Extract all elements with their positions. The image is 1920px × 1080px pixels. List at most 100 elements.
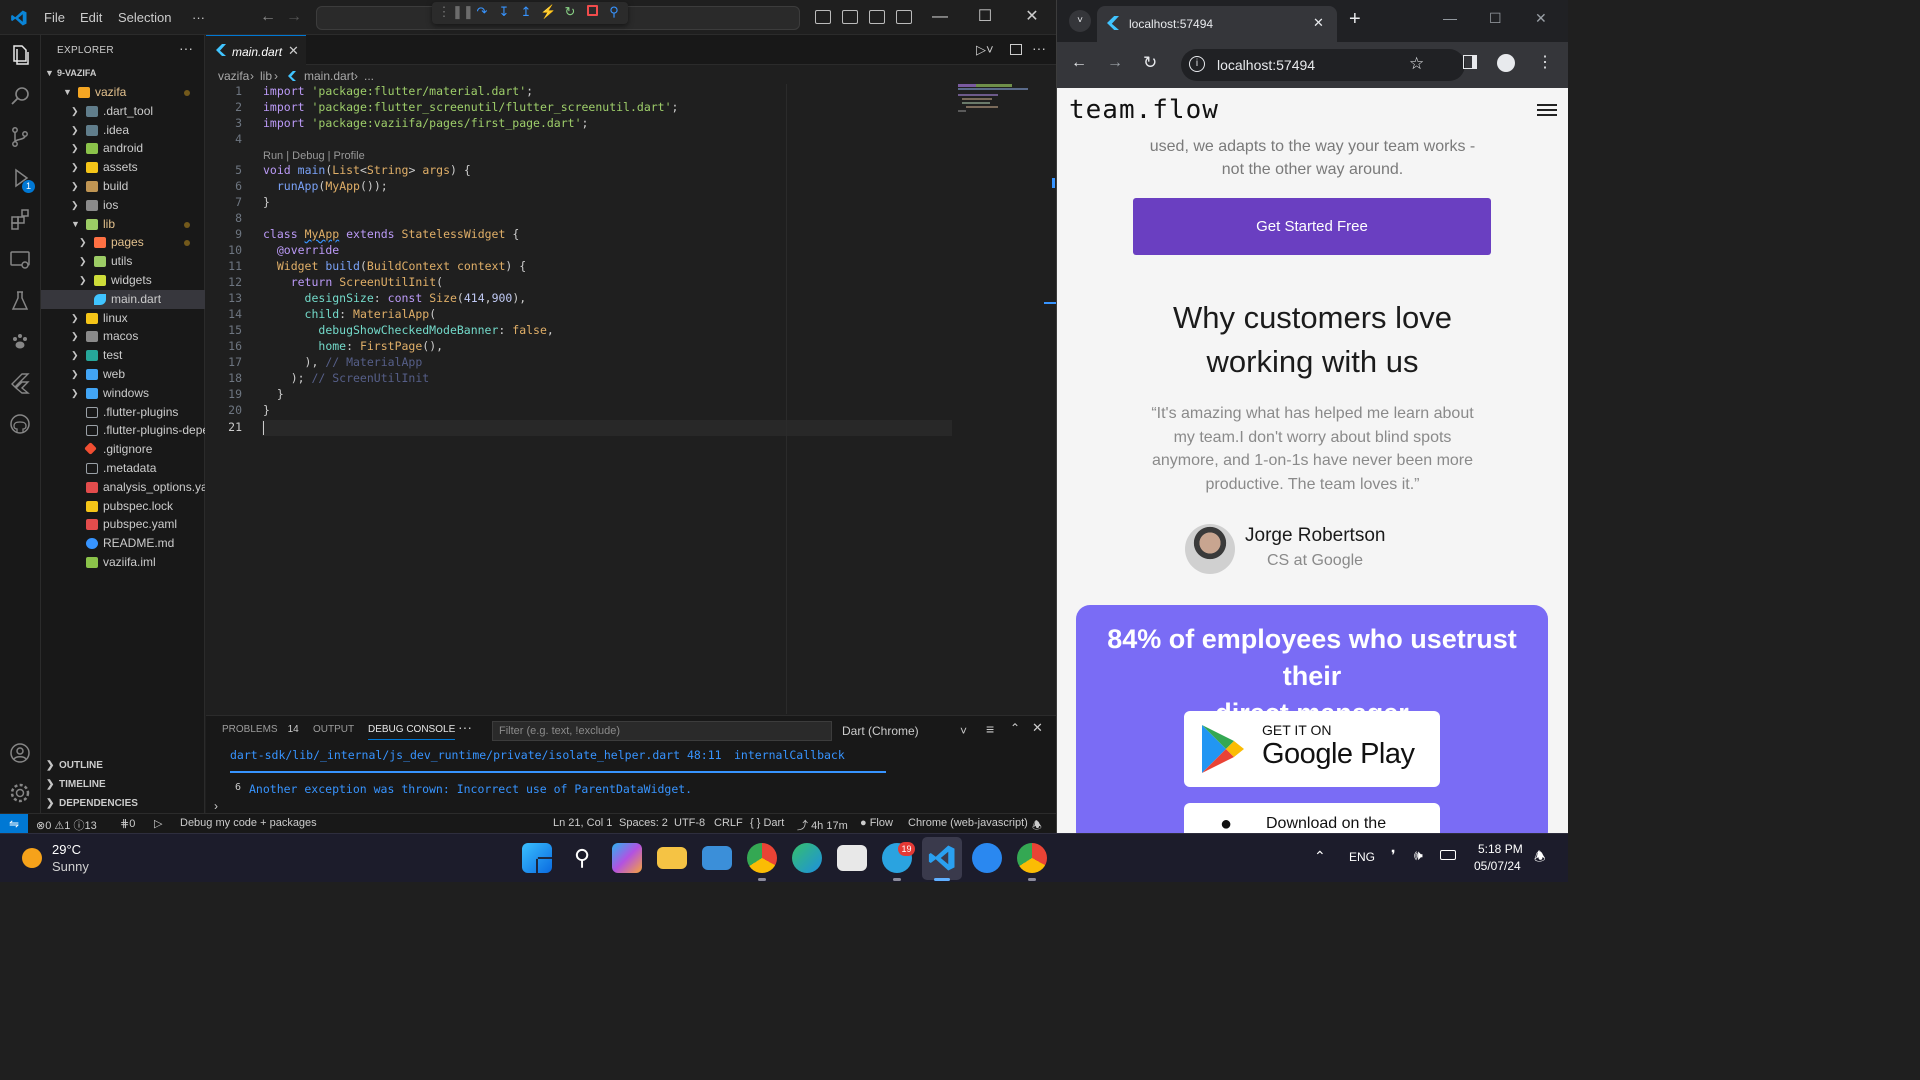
chrome-back-icon[interactable]: ← (1071, 54, 1087, 72)
github-icon[interactable] (8, 412, 32, 436)
tree-item[interactable]: ❯ web (41, 365, 205, 384)
tree-item[interactable]: ❯ assets (41, 158, 205, 177)
extensions-icon[interactable] (8, 207, 32, 231)
language-status[interactable]: { } Dart (750, 817, 784, 829)
widgets-app-icon[interactable] (702, 846, 732, 870)
breadcrumb-item-file[interactable]: main.dart (304, 66, 354, 86)
store-icon[interactable] (837, 845, 867, 871)
chrome-reload-icon[interactable]: ↻ (1143, 53, 1157, 73)
tree-item[interactable]: .gitignore (41, 440, 205, 459)
remote-explorer-icon[interactable] (8, 248, 32, 272)
copilot-icon[interactable] (612, 843, 642, 873)
breadcrumb-item-vazifa[interactable]: vazifa (218, 66, 249, 86)
volume-icon[interactable]: 🕪 (1414, 847, 1423, 864)
testing-icon[interactable] (8, 289, 32, 313)
notification-bell-icon[interactable]: 🕭 (1534, 848, 1546, 870)
clock-date[interactable]: 05/07/24 (1474, 859, 1521, 873)
language-indicator[interactable]: ENG (1349, 850, 1375, 864)
tree-item[interactable]: ❯ linux (41, 309, 205, 328)
chrome-tab-active[interactable]: localhost:57494 ✕ (1097, 6, 1337, 42)
chrome-taskbar-icon[interactable] (747, 843, 777, 873)
chrome-maximize-icon[interactable]: ☐ (1489, 10, 1502, 27)
project-root[interactable]: ▼ 9-VAZIFA (41, 64, 205, 83)
tree-item[interactable]: ❯ .idea (41, 121, 205, 140)
tree-item[interactable]: ❯ .dart_tool (41, 102, 205, 121)
indentation-status[interactable]: Spaces: 2 (619, 817, 668, 829)
account-icon[interactable] (8, 741, 32, 765)
tree-item[interactable]: README.md (41, 534, 205, 553)
step-into-icon[interactable]: ↧ (496, 4, 512, 20)
tree-item[interactable]: ❯ build (41, 177, 205, 196)
console-input-chevron-icon[interactable]: › (214, 799, 218, 813)
toggle-secondary-sidebar-icon[interactable] (869, 10, 885, 24)
tree-item[interactable]: ❯ widgets (41, 271, 205, 290)
menu-selection[interactable]: Selection (118, 10, 171, 25)
site-info-icon[interactable]: i (1189, 56, 1205, 72)
flow-status[interactable]: ● Flow (860, 817, 893, 829)
start-button-icon[interactable] (522, 843, 552, 873)
codelens-run-debug[interactable]: Run | Debug | Profile (263, 150, 365, 162)
close-panel-icon[interactable]: ✕ (1032, 720, 1043, 736)
close-icon[interactable]: ✕ (1017, 6, 1047, 28)
cursor-position-status[interactable]: Ln 21, Col 1 (553, 817, 612, 829)
side-panel-icon[interactable] (1463, 55, 1477, 69)
get-started-button[interactable]: Get Started Free (1133, 198, 1491, 255)
eol-status[interactable]: CRLF (714, 817, 743, 829)
clear-console-icon[interactable]: ≡ (986, 721, 994, 737)
edge-icon[interactable] (792, 843, 822, 873)
devtools-icon[interactable]: ⚲ (606, 4, 622, 20)
file-explorer-icon[interactable] (657, 847, 687, 869)
menu-more[interactable]: ··· (192, 10, 205, 25)
tree-item[interactable]: vaziifa.iml (41, 553, 205, 572)
weather-temperature[interactable]: 29°C (52, 842, 81, 857)
console-stack-path[interactable]: dart-sdk/lib/_internal/js_dev_runtime/pr… (230, 748, 722, 762)
google-play-button[interactable]: GET IT ON Google Play (1184, 711, 1440, 787)
tree-item[interactable]: ❯ windows (41, 384, 205, 403)
settings-gear-icon[interactable] (8, 781, 32, 805)
forward-arrow-icon[interactable]: → (286, 8, 302, 26)
editor-more-icon[interactable]: ··· (1032, 40, 1046, 56)
explorer-icon[interactable] (8, 43, 32, 67)
run-dropdown-icon[interactable]: ▷˅ (976, 42, 994, 58)
stop-icon[interactable] (584, 4, 600, 20)
chrome-menu-icon[interactable]: ⋮ (1537, 52, 1553, 72)
console-filter-input[interactable]: Filter (e.g. text, !exclude) (492, 721, 832, 741)
show-hidden-icons-icon[interactable]: ⌃ (1314, 848, 1326, 865)
tree-item[interactable]: analysis_options.yaml (41, 478, 205, 497)
vscode-taskbar-icon[interactable] (927, 843, 957, 873)
tree-item[interactable]: ▼ vazifa (41, 83, 205, 102)
drag-handle-icon[interactable]: ⋮ (436, 4, 452, 20)
chrome-minimize-icon[interactable]: — (1443, 10, 1457, 26)
maximize-icon[interactable]: ☐ (970, 6, 1000, 28)
chrome-taskbar-icon-2[interactable] (1017, 843, 1047, 873)
breadcrumb-item-lib[interactable]: lib (260, 66, 272, 86)
pause-icon[interactable]: ❚❚ (452, 4, 474, 20)
minimap[interactable] (958, 84, 1050, 124)
flutter-icon[interactable] (8, 371, 32, 395)
outline-section[interactable]: ❯ OUTLINE (41, 756, 205, 775)
maximize-panel-icon[interactable]: ⌃ (1010, 721, 1020, 735)
tab-main-dart[interactable]: main.dart ✕ (206, 35, 306, 65)
customize-layout-icon[interactable] (896, 10, 912, 24)
problems-status[interactable]: ⊗0 ⚠1 ⓘ13 (36, 817, 97, 833)
debug-session-select[interactable]: Dart (Chrome) ˅ (836, 721, 976, 741)
restart-icon[interactable]: ↻ (562, 4, 578, 20)
taskbar-search-icon[interactable]: ⚲ (567, 843, 597, 873)
code-editor[interactable]: 1 2 3 4 5 6 7 8 9 10 11 12 13 14 15 16 17 18 19 20 21 Run | … (206, 84, 1056, 714)
profile-avatar-icon[interactable] (1497, 54, 1515, 72)
tab-debug-console[interactable]: DEBUG CONSOLE (368, 724, 456, 740)
tree-item[interactable]: ❯ test (41, 346, 205, 365)
back-arrow-icon[interactable]: ← (260, 8, 276, 26)
ports-status[interactable]: ⋕0 (120, 817, 135, 830)
timeline-section[interactable]: ❯ TIMELINE (41, 775, 205, 794)
chrome-tab-close-icon[interactable]: ✕ (1313, 15, 1324, 31)
clock-time[interactable]: 5:18 PM (1478, 842, 1523, 856)
site-logo[interactable]: team.flow (1069, 95, 1219, 125)
minimize-icon[interactable]: — (925, 6, 955, 28)
step-out-icon[interactable]: ↥ (518, 4, 534, 20)
time-tracker-status[interactable]: ⤴ 4h 17m (797, 817, 848, 833)
bookmark-star-icon[interactable]: ☆ (1409, 54, 1424, 74)
chrome-forward-icon[interactable]: → (1107, 54, 1123, 72)
tree-item[interactable]: ❯ android (41, 139, 205, 158)
dependencies-section[interactable]: ❯ DEPENDENCIES (41, 794, 205, 813)
